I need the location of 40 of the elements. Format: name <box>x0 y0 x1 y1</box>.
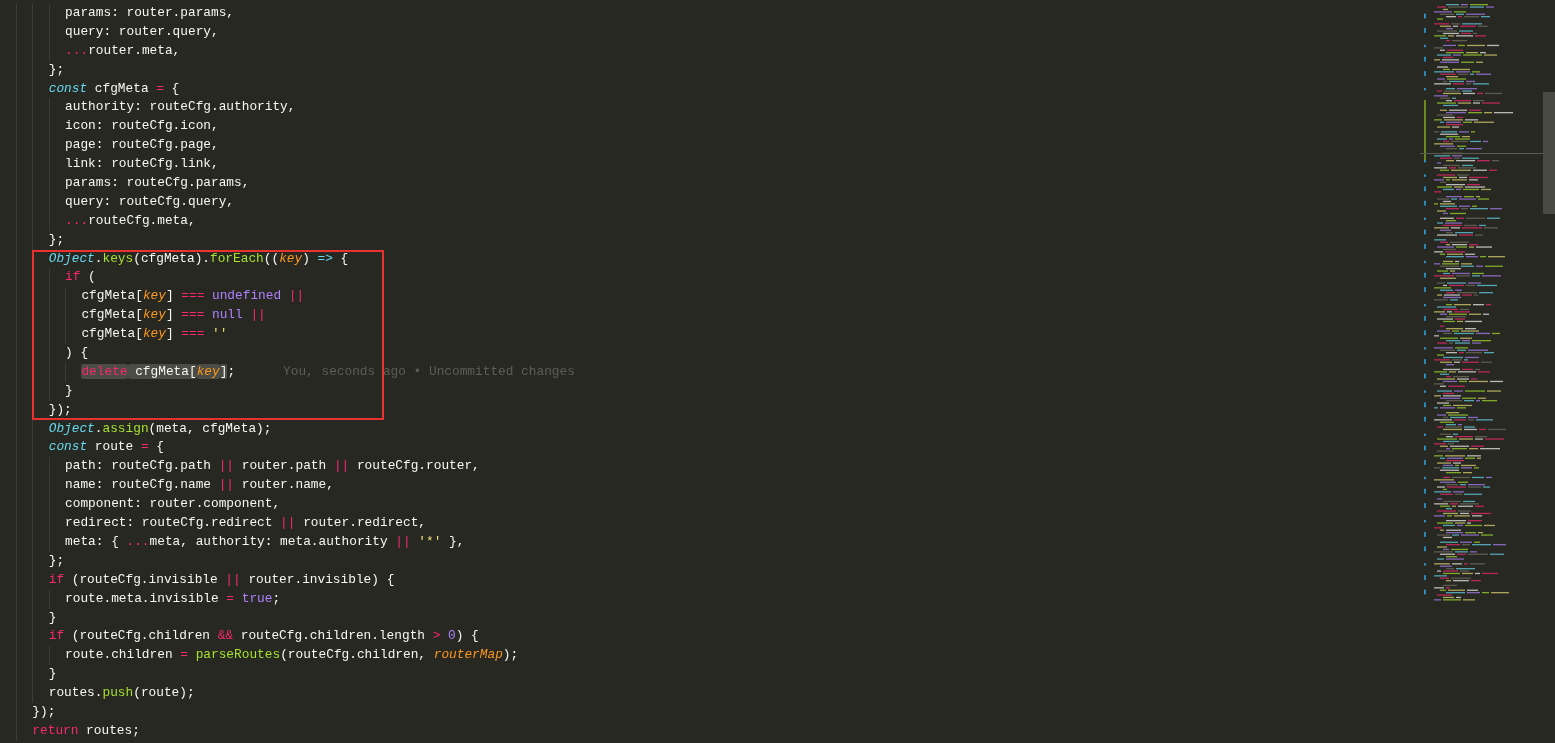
code-line: meta: { ...meta, authority: meta.authority || '*' }, <box>16 532 465 552</box>
code-line: if (routeCfg.children && routeCfg.children.length > 0) { <box>16 627 479 647</box>
code-line: params: routeCfg.params, <box>16 174 250 193</box>
code-line: return routes; <box>16 721 140 741</box>
code-line: component: router.component, <box>16 495 281 515</box>
code-line: page: routeCfg.page, <box>16 136 219 156</box>
code-line: query: router.query, <box>16 22 219 42</box>
code-line: ...router.meta, <box>16 41 181 61</box>
code-line: }; <box>16 60 65 80</box>
code-line: ...routeCfg.meta, <box>16 211 196 231</box>
code-line: delete cfgMeta[key]; <box>16 362 236 382</box>
code-line: query: routeCfg.query, <box>16 192 235 212</box>
code-line: } <box>16 665 57 685</box>
code-line: Object.assign(meta, cfgMeta); <box>16 419 272 439</box>
code-line: params: router.params, <box>16 4 235 23</box>
code-line: const route = { <box>16 438 164 458</box>
code-line: name: routeCfg.name || router.name, <box>16 476 334 496</box>
code-line: icon: routeCfg.icon, <box>16 117 219 137</box>
scrollbar-thumb[interactable] <box>1543 92 1555 214</box>
code-line: authority: routeCfg.authority, <box>16 98 296 118</box>
code-line: ) { <box>16 344 89 363</box>
code-line: cfgMeta[key] === null || <box>16 306 266 326</box>
code-line: cfgMeta[key] === '' <box>16 325 228 345</box>
code-line: routes.push(route); <box>16 684 195 703</box>
code-line: link: routeCfg.link, <box>16 155 219 174</box>
code-line: path: routeCfg.path || router.path || routeCfg.router, <box>16 457 480 477</box>
code-line: }); <box>16 702 56 722</box>
code-line: }; <box>16 230 65 250</box>
code-line: }; <box>16 551 65 571</box>
code-line: } <box>16 608 57 628</box>
code-line: if (routeCfg.invisible || router.invisible) { <box>16 570 395 590</box>
code-line: route.children = parseRoutes(routeCfg.children, routerMap); <box>16 646 519 666</box>
code-line: redirect: routeCfg.redirect || router.redirect, <box>16 514 427 533</box>
code-line: cfgMeta[key] === undefined || <box>16 287 305 307</box>
code-line: }); <box>16 400 72 420</box>
code-line: const cfgMeta = { <box>16 79 180 99</box>
code-line: if ( <box>16 268 96 288</box>
code-line: } <box>16 381 73 401</box>
code-line: route.meta.invisible = true; <box>16 589 281 609</box>
code-line: Object.keys(cfgMeta).forEach((key) => { <box>16 249 349 269</box>
